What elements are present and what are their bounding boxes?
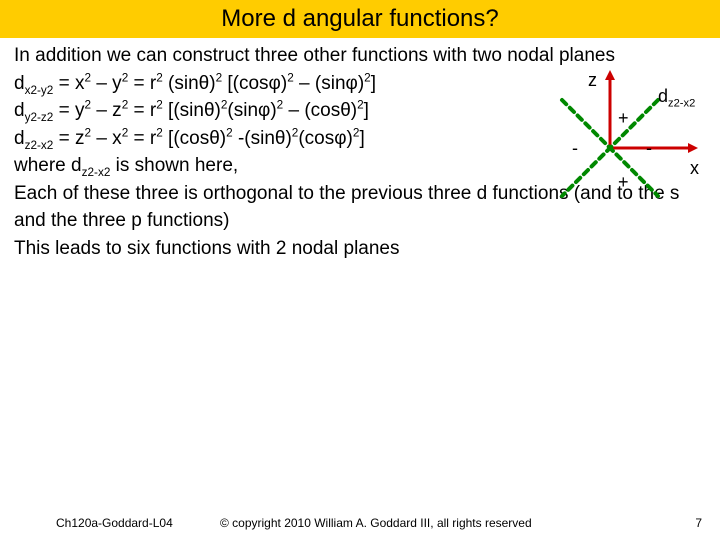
eq2-d: d xyxy=(14,100,25,121)
page-number: 7 xyxy=(695,516,702,530)
plus-sign-bottom: + xyxy=(618,172,629,193)
eq2-sub: y2-z2 xyxy=(25,111,54,124)
footer-copyright: © copyright 2010 William A. Goddard III,… xyxy=(220,516,532,530)
eq3-d: d xyxy=(14,128,25,149)
minus-sign-left: - xyxy=(572,138,578,159)
plus-sign-top: + xyxy=(618,108,629,129)
slide-title: More d angular functions? xyxy=(221,5,499,33)
intro-text: In addition we can construct three other… xyxy=(14,42,706,70)
z-arrowhead-icon xyxy=(605,70,615,80)
minus-sign-right: - xyxy=(646,138,652,159)
orbital-label: dz2-x2 xyxy=(658,86,695,107)
footer-left: Ch120a-Goddard-L04 xyxy=(56,516,173,530)
title-bar: More d angular functions? xyxy=(0,0,720,38)
orbital-diagram: z x dz2-x2 + + - - xyxy=(540,68,710,228)
eq1-d: d xyxy=(14,73,25,94)
z-axis-label: z xyxy=(588,70,597,91)
eq1-sub: x2-y2 xyxy=(25,83,54,96)
leads-text: This leads to six functions with 2 nodal… xyxy=(14,235,706,263)
x-arrowhead-icon xyxy=(688,143,698,153)
eq3-sub: z2-x2 xyxy=(25,138,54,151)
x-axis-label: x xyxy=(690,158,699,179)
